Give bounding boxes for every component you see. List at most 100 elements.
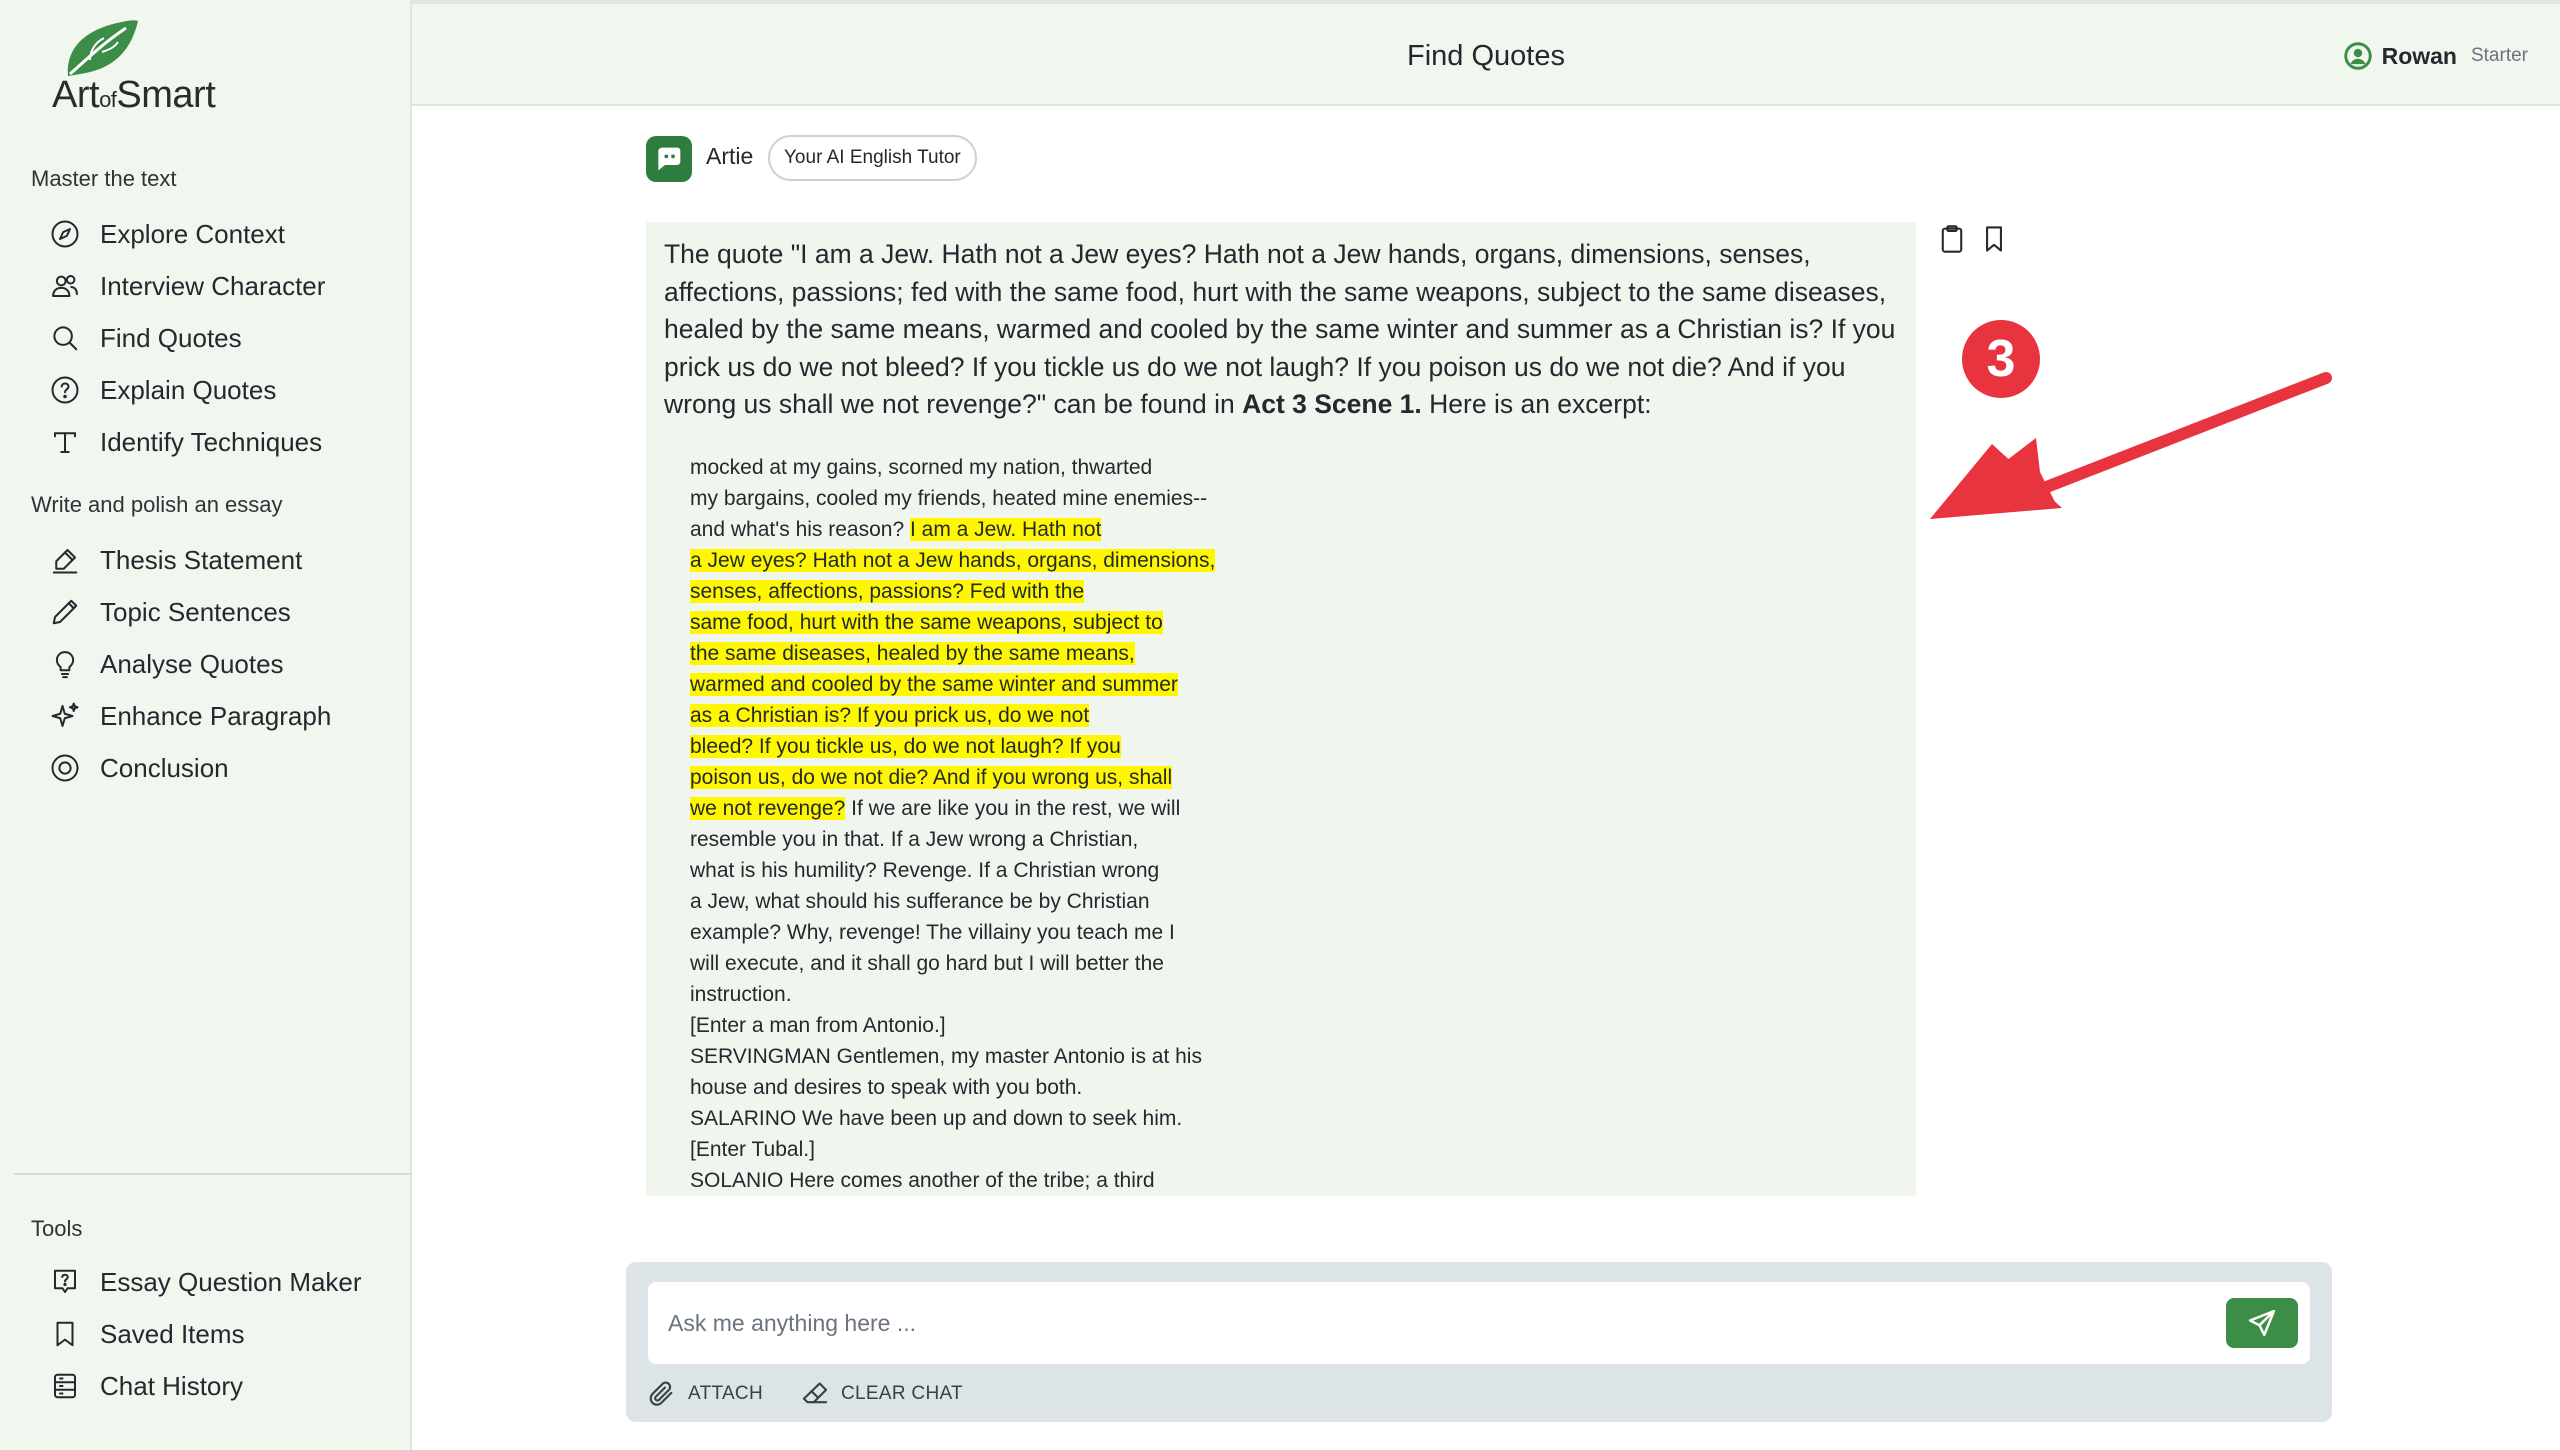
chat-composer: ATTACH CLEAR CHAT: [626, 1262, 2332, 1422]
excerpt-text: SOLANIO Here comes another of the tribe;…: [690, 1169, 1155, 1192]
excerpt-line: [Enter a man from Antonio.]: [690, 1010, 1330, 1041]
chat-bot-icon: [658, 147, 681, 171]
target-icon: [51, 754, 79, 782]
sidebar-item-label: Analyse Quotes: [100, 648, 284, 679]
sidebar-item-label: Explore Context: [100, 218, 285, 249]
chat-input[interactable]: [648, 1282, 2310, 1364]
assistant-message: The quote "I am a Jew. Hath not a Jew ey…: [646, 222, 1916, 1196]
highlighted-quote: a Jew eyes? Hath not a Jew hands, organs…: [690, 549, 1216, 572]
page-title: Find Quotes: [1407, 40, 1565, 72]
sidebar-item-find-quotes[interactable]: Find Quotes: [50, 312, 390, 364]
excerpt-text: instruction.: [690, 983, 792, 1006]
sidebar-item-analyse-quotes[interactable]: Analyse Quotes: [50, 638, 390, 690]
attach-button[interactable]: ATTACH: [648, 1380, 763, 1408]
sidebar-item-label: Topic Sentences: [100, 596, 291, 627]
excerpt-text: [Enter a man from Antonio.]: [690, 1014, 946, 1037]
user-plan-badge: Starter: [2470, 45, 2528, 66]
excerpt-line: the same diseases, healed by the same me…: [690, 638, 1330, 669]
pencil-icon: [52, 599, 78, 625]
user-menu[interactable]: Rowan Starter: [2343, 42, 2528, 70]
excerpt-line: a Jew, what should his sufferance be by …: [690, 886, 1330, 917]
highlighted-quote: warmed and cooled by the same winter and…: [690, 673, 1178, 696]
section-label-essay: Write and polish an essay: [31, 492, 283, 517]
sidebar-item-label: Identify Techniques: [100, 426, 323, 457]
section-label-tools: Tools: [31, 1216, 83, 1241]
type-icon: [54, 432, 76, 453]
excerpt-line: we not revenge? If we are like you in th…: [690, 793, 1330, 824]
excerpt-line: poison us, do we not die? And if you wro…: [690, 762, 1330, 793]
highlighted-quote: as a Christian is? If you prick us, do w…: [690, 704, 1090, 727]
brand-logo[interactable]: ArtofSmart: [52, 18, 252, 118]
excerpt-text: [Enter Tubal.]: [690, 1138, 815, 1161]
excerpt-text: house and desires to speak with you both…: [690, 1076, 1083, 1099]
sidebar-item-label: Explain Quotes: [100, 374, 277, 405]
sidebar-item-essay-question-maker[interactable]: Essay Question Maker: [50, 1256, 390, 1308]
excerpt-text: what is his humility? Revenge. If a Chri…: [690, 859, 1160, 882]
message-actions: [1938, 224, 2008, 254]
excerpt-line: as a Christian is? If you prick us, do w…: [690, 700, 1330, 731]
attach-label: ATTACH: [688, 1383, 763, 1404]
highlighted-quote: poison us, do we not die? And if you wro…: [690, 766, 1173, 789]
nav-list-essay: Thesis Statement Topic Sentences Analyse…: [50, 534, 390, 794]
sidebar-item-topic-sentences[interactable]: Topic Sentences: [50, 586, 390, 638]
excerpt-line: warmed and cooled by the same winter and…: [690, 669, 1330, 700]
sidebar-item-conclusion[interactable]: Conclusion: [50, 742, 390, 794]
bookmark-icon[interactable]: [1980, 224, 2008, 254]
annotation-arrow-icon: [1930, 372, 2332, 519]
highlighted-quote: same food, hurt with the same weapons, s…: [690, 611, 1163, 634]
sidebar-item-label: Conclusion: [100, 752, 229, 783]
clipboard-icon[interactable]: [1938, 224, 1966, 254]
highlighted-quote: the same diseases, healed by the same me…: [690, 642, 1135, 665]
excerpt-line: instruction.: [690, 979, 1330, 1010]
users-icon: [52, 275, 78, 297]
user-name: Rowan: [2381, 42, 2457, 69]
excerpt-text: mocked at my gains, scorned my nation, t…: [690, 456, 1153, 479]
highlighted-quote: I am a Jew. Hath not: [909, 518, 1102, 541]
sidebar-item-label: Essay Question Maker: [100, 1266, 362, 1297]
sidebar-item-enhance-paragraph[interactable]: Enhance Paragraph: [50, 690, 390, 742]
excerpt-text: my bargains, cooled my friends, heated m…: [690, 487, 1208, 510]
excerpt-text: example? Why, revenge! The villainy you …: [690, 921, 1175, 944]
excerpt-line: what is his humility? Revenge. If a Chri…: [690, 855, 1330, 886]
sidebar-item-thesis-statement[interactable]: Thesis Statement: [50, 534, 390, 586]
quote-excerpt: mocked at my gains, scorned my nation, t…: [690, 452, 1330, 1196]
sidebar-item-interview-character[interactable]: Interview Character: [50, 260, 390, 312]
excerpt-text: SERVINGMAN Gentlemen, my master Antonio …: [690, 1045, 1202, 1068]
excerpt-line: SALARINO We have been up and down to see…: [690, 1103, 1330, 1134]
sidebar-item-chat-history[interactable]: Chat History: [50, 1360, 390, 1412]
help-circle-icon: [51, 376, 79, 404]
highlighted-quote: we not revenge?: [690, 797, 846, 820]
sidebar-item-saved-items[interactable]: Saved Items: [50, 1308, 390, 1360]
highlighted-quote: bleed? If you tickle us, do we not laugh…: [690, 735, 1121, 758]
assistant-avatar: [646, 136, 692, 182]
sidebar-item-label: Enhance Paragraph: [100, 700, 332, 731]
excerpt-text: a Jew, what should his sufferance be by …: [690, 890, 1150, 913]
search-icon: [53, 326, 78, 351]
sidebar-item-label: Find Quotes: [100, 322, 242, 353]
send-button[interactable]: [2226, 1298, 2298, 1348]
excerpt-line: senses, affections, passions? Fed with t…: [690, 576, 1330, 607]
sidebar-item-identify-techniques[interactable]: Identify Techniques: [50, 416, 390, 468]
clear-chat-button[interactable]: CLEAR CHAT: [801, 1380, 963, 1408]
lightbulb-icon: [55, 651, 75, 679]
highlighted-quote: senses, affections, passions? Fed with t…: [690, 580, 1085, 603]
sidebar: ArtofSmart Master the text Explore Conte…: [0, 0, 412, 1450]
excerpt-line: and what's his reason? I am a Jew. Hath …: [690, 514, 1330, 545]
sidebar-item-explore-context[interactable]: Explore Context: [50, 208, 390, 260]
composer-tools: ATTACH CLEAR CHAT: [648, 1380, 963, 1408]
sparkles-icon: [51, 702, 79, 727]
sidebar-item-explain-quotes[interactable]: Explain Quotes: [50, 364, 390, 416]
scene-reference: Act 3 Scene 1.: [1242, 389, 1422, 419]
excerpt-line: house and desires to speak with you both…: [690, 1072, 1330, 1103]
nav-list-master: Explore Context Interview Character Find…: [50, 208, 390, 468]
send-icon: [2248, 1309, 2276, 1337]
excerpt-line: SOLANIO Here comes another of the tribe;…: [690, 1165, 1330, 1196]
message-intro: The quote "I am a Jew. Hath not a Jew ey…: [664, 236, 1904, 424]
paperclip-icon: [649, 1381, 673, 1406]
excerpt-line: [Enter Tubal.]: [690, 1134, 1330, 1165]
excerpt-line: a Jew eyes? Hath not a Jew hands, organs…: [690, 545, 1330, 576]
excerpt-text: will execute, and it shall go hard but I…: [690, 952, 1164, 975]
eraser-icon: [802, 1382, 828, 1404]
clear-chat-label: CLEAR CHAT: [840, 1383, 963, 1404]
sidebar-divider: [14, 1173, 412, 1175]
